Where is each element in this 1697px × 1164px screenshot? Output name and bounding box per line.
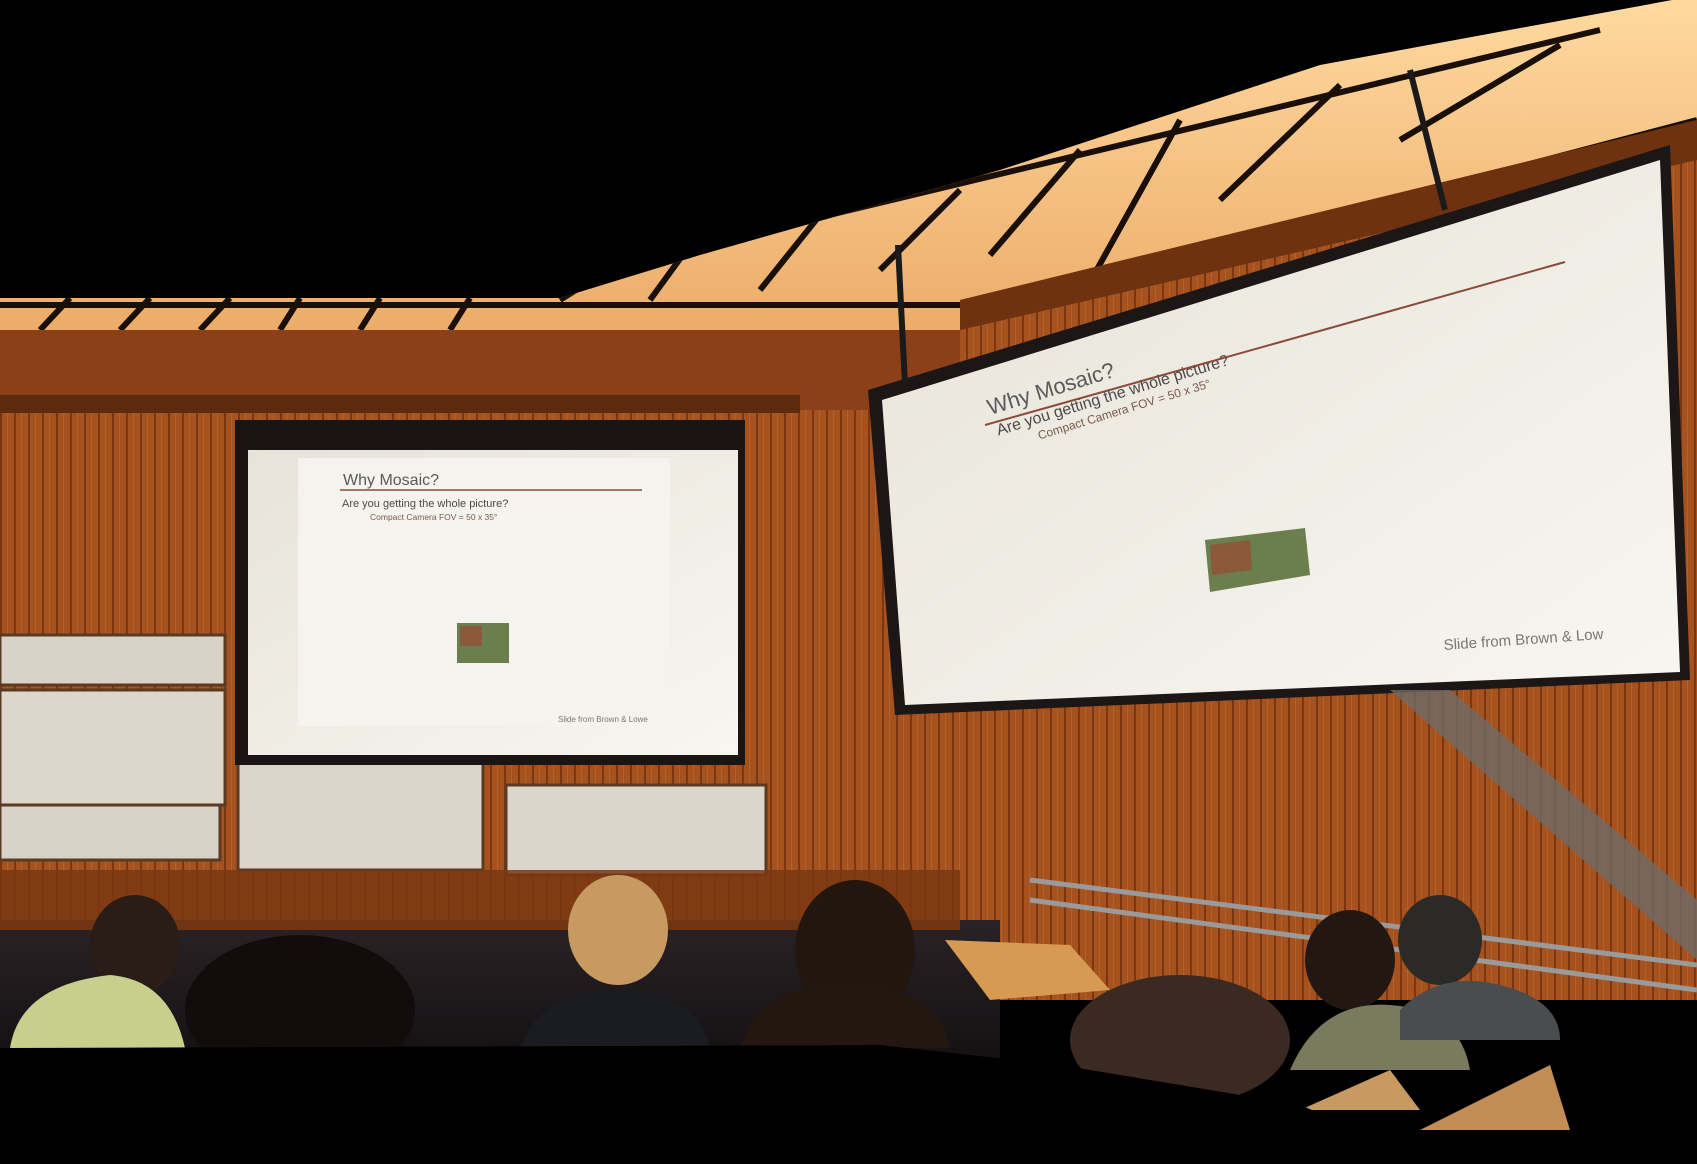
lecture-hall-panorama: Why Mosaic? Are you getting the whole pi… [0,0,1697,1164]
slide-left-question: Are you getting the whole picture? [342,498,508,510]
slide-left-bullet: Compact Camera FOV = 50 x 35° [370,512,497,522]
slide-left-credit: Slide from Brown & Lowe [558,715,648,724]
slide-left-title: Why Mosaic? [343,472,439,489]
slide-left: Why Mosaic? Are you getting the whole pi… [298,458,670,726]
